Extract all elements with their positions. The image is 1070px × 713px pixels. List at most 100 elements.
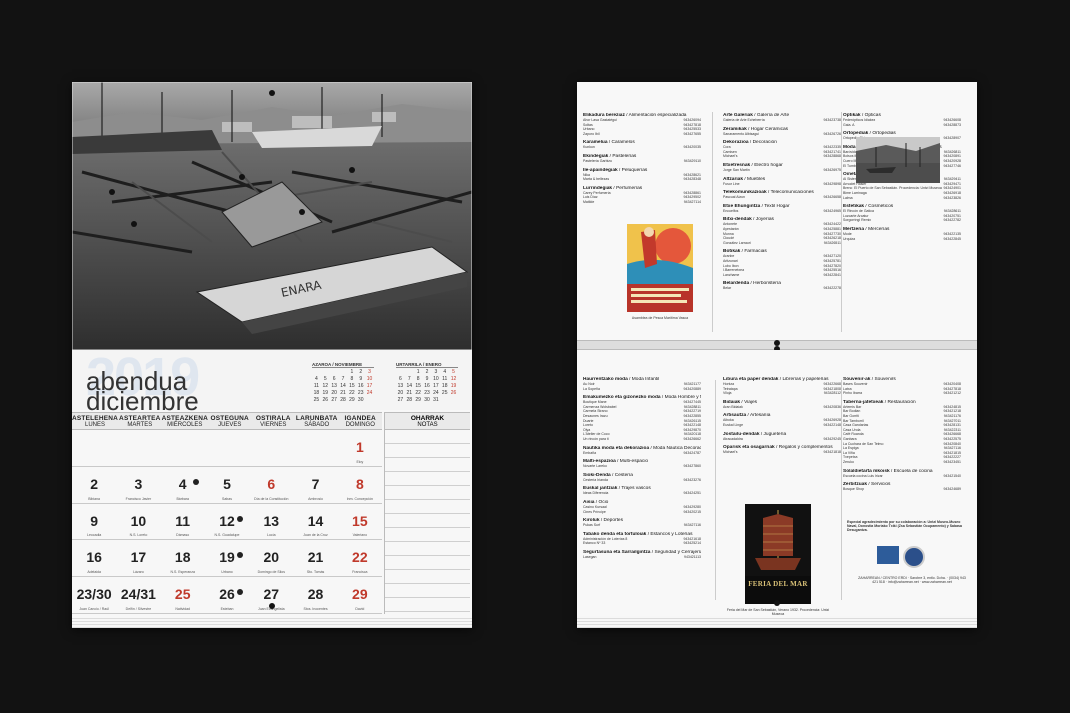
mini-prev-day: 11 bbox=[313, 383, 320, 389]
saint-name: Domingo de Silos bbox=[257, 570, 285, 575]
day-cell: 17 Lázaro bbox=[116, 540, 161, 578]
mini-next-day: 14 bbox=[406, 383, 413, 389]
saint-name: Delfín / Silvestre bbox=[125, 606, 152, 611]
day-cell: 7 Ambrosio bbox=[293, 467, 338, 504]
notes-header: OHARRAK NOTAS bbox=[385, 412, 470, 430]
day-number: 2 bbox=[90, 475, 99, 492]
day-cell: 21 Sto. Tomás bbox=[293, 540, 338, 578]
weekday-3: ASTEAZKENA MIÉRCOLES bbox=[161, 415, 208, 428]
directory-page-stack-edge bbox=[577, 618, 977, 628]
day-number: 10 bbox=[130, 512, 147, 529]
directory-entry: Aran Bidaiak 943420836 bbox=[723, 404, 841, 409]
day-number: 9 bbox=[90, 512, 99, 529]
mini-next-day: 1 bbox=[416, 369, 420, 375]
day-cell: 22 Francisca bbox=[337, 540, 382, 578]
sponsor-logos bbox=[877, 546, 925, 568]
mini-prev-day bbox=[321, 369, 330, 375]
naval-museum-logo bbox=[903, 546, 925, 568]
day-number: 27 bbox=[263, 586, 280, 603]
directory-entry: Kunkun 943420035 bbox=[583, 145, 701, 150]
mini-next-day: 17 bbox=[433, 383, 439, 389]
directory-entry: Jorge San Martín 943426975 bbox=[723, 167, 841, 172]
mini-next-day: 24 bbox=[433, 390, 439, 396]
directory-entry: Lalma 943423826 bbox=[843, 195, 961, 200]
mini-prev-day: 7 bbox=[341, 376, 345, 382]
acknowledgement-text: Especial agradecimiento por su colaborac… bbox=[847, 520, 962, 532]
mini-next-day: 25 bbox=[441, 390, 448, 396]
mini-next-day: 8 bbox=[416, 376, 420, 382]
directory-entry: Lasegan 943421113 bbox=[583, 554, 701, 559]
day-number: 17 bbox=[130, 549, 147, 566]
directory-entry: Fusor Line 943429898 bbox=[723, 181, 841, 186]
day-number: 23/30 bbox=[76, 586, 112, 603]
mini-next-day: 12 bbox=[450, 376, 457, 382]
mini-prev-day: 24 bbox=[366, 390, 373, 396]
directory-entry: La Sopeña 943420889 bbox=[583, 386, 701, 391]
mini-prev-day: 27 bbox=[331, 397, 337, 403]
day-number: 19 bbox=[219, 549, 235, 566]
directory-entry: Un rincón para ti 943426662 bbox=[583, 436, 701, 441]
mini-next-day: 7 bbox=[407, 376, 411, 382]
day-cell: 1 Eloy bbox=[337, 430, 382, 467]
day-cell bbox=[116, 430, 161, 467]
mini-prev-day: 30 bbox=[357, 397, 364, 403]
weekday-7: IGANDEA DOMINGO bbox=[344, 415, 376, 428]
mini-prev-day: 10 bbox=[366, 376, 373, 382]
mini-prev-day: 16 bbox=[357, 383, 364, 389]
mini-next-day: 13 bbox=[397, 383, 404, 389]
weekday-2: ASTEARTEA MARTES bbox=[119, 415, 161, 428]
mini-prev-day: 6 bbox=[332, 376, 336, 382]
weekday-5: OSTIRALA VIERNES bbox=[255, 415, 291, 428]
mini-next-day: 28 bbox=[406, 397, 413, 403]
mini-next-day bbox=[449, 397, 458, 403]
day-number: 8 bbox=[355, 475, 364, 492]
directory-entry: Michael's 943421818 bbox=[723, 450, 841, 455]
mini-prev-day: 1 bbox=[350, 369, 354, 375]
mini-next-day: 19 bbox=[450, 383, 457, 389]
page-stack-edge bbox=[72, 618, 472, 628]
day-cell bbox=[72, 430, 117, 467]
saint-name: Juan de la Cruz bbox=[303, 533, 328, 538]
day-number: 29 bbox=[352, 586, 368, 603]
mini-next-day: 22 bbox=[415, 390, 421, 396]
moon-phase-icon bbox=[237, 515, 244, 522]
saint-name: Eloy bbox=[356, 459, 364, 464]
business-directory: Elikadura bereziaz / Alimentación especi… bbox=[577, 82, 977, 628]
saint-name: Esteban bbox=[220, 606, 234, 611]
saint-name: Leocadia bbox=[87, 533, 102, 538]
directory-entry: Gaia. A 943428873 bbox=[843, 122, 961, 127]
directory-entry: Encuelfos 943424965 bbox=[723, 208, 841, 213]
day-cell: 2 Bibiana bbox=[72, 467, 117, 504]
notes-column: OHARRAK NOTAS bbox=[384, 412, 470, 614]
mini-prev-day: 14 bbox=[340, 383, 346, 389]
directory-entry: Viloja 943428112 bbox=[723, 391, 841, 396]
mini-calendar-next: URTARRILA / ENERO 1 2 3 4 5 6 7 8 9 10 11 12 13 14 15 1… bbox=[396, 362, 458, 403]
directory-entry: Lanzhame 943422841 bbox=[723, 272, 841, 277]
saint-name: Lucía bbox=[267, 533, 276, 538]
mini-prev-day: 23 bbox=[357, 390, 364, 396]
directory-entry: Atracadaldra 943429245 bbox=[723, 436, 841, 441]
day-number: 15 bbox=[352, 512, 368, 529]
day-cell: 12 N.S. Guadalupe bbox=[204, 504, 250, 541]
day-cell: 24/31 Delfín / Silvestre bbox=[116, 577, 161, 614]
directory-entry: Estanco Nº 33 943425214 bbox=[583, 541, 701, 546]
saint-name: N.S. Guadalupe bbox=[214, 533, 240, 538]
saint-name: Natividad bbox=[175, 606, 190, 611]
mini-prev-day bbox=[330, 369, 339, 375]
day-cell: 15 Valeriano bbox=[337, 504, 382, 541]
directory-column-6: Souvenir-ak / Souvenirs Bases Souvenir 943… bbox=[843, 373, 961, 492]
moon-phase-icon bbox=[192, 478, 199, 485]
mini-next-day: 30 bbox=[424, 397, 430, 403]
day-cell: 3 Francisco Javier bbox=[116, 467, 161, 504]
directory-entry: Pinho Ibarra 943421212 bbox=[843, 391, 961, 396]
directory-entry: Escuela cocina Luis Irizar 943421540 bbox=[843, 473, 961, 478]
day-cell: 8 Inm. Concepción bbox=[337, 467, 382, 504]
mini-prev-day: 26 bbox=[322, 397, 329, 403]
port-photo bbox=[856, 137, 940, 183]
feria-del-mar-poster: FERIA DEL MAR bbox=[745, 504, 811, 604]
saint-name: N.S. Esperanza bbox=[170, 570, 195, 575]
day-cell: 25 Natividad bbox=[160, 577, 205, 614]
day-number: 16 bbox=[86, 549, 102, 566]
day-cell bbox=[160, 430, 205, 467]
hanging-hole bbox=[269, 90, 275, 96]
